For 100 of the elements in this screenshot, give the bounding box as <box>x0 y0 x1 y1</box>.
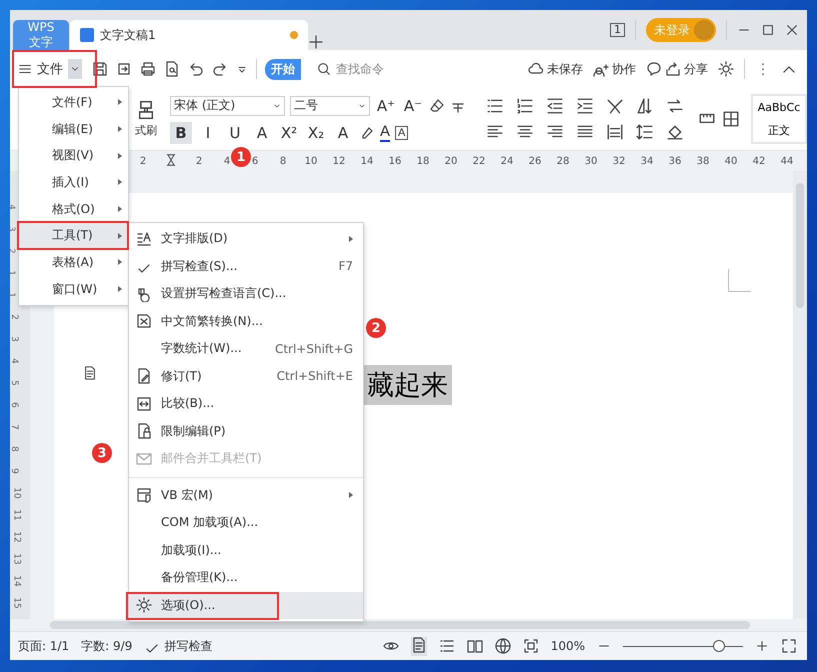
ruler-mark: 2 <box>138 156 148 166</box>
fit-icon[interactable] <box>522 638 539 654</box>
eraser-icon[interactable] <box>429 98 445 114</box>
menu-item[interactable]: 视图(V) <box>19 142 128 170</box>
print-icon[interactable] <box>140 61 156 77</box>
menu-item[interactable]: 修订(T) Ctrl+Shift+E <box>129 362 363 390</box>
chat-icon[interactable] <box>646 61 662 77</box>
page-view-icon[interactable] <box>410 636 427 652</box>
save-icon[interactable] <box>92 61 108 77</box>
menu-item[interactable]: 中文简繁转换(N)... <box>129 308 363 335</box>
menu-item[interactable]: 拼写检查(S)... F7 <box>129 252 363 280</box>
print-preview-icon[interactable] <box>164 61 180 77</box>
format-button[interactable]: B <box>170 122 192 144</box>
format-button[interactable]: I <box>197 122 219 144</box>
bullet-list-icon[interactable] <box>486 97 504 115</box>
menu-item[interactable]: 插入(I) <box>19 169 128 196</box>
text-layout-icon <box>136 230 152 247</box>
undo-icon[interactable] <box>188 61 204 77</box>
sort-icon[interactable] <box>636 97 654 115</box>
file-menu-button[interactable]: 文件 <box>16 59 84 79</box>
menu-item[interactable]: 比较(B)... <box>129 390 363 418</box>
character-border-button[interactable]: A <box>395 126 408 140</box>
format-button[interactable]: A <box>251 122 273 144</box>
line-spacing-icon[interactable] <box>636 123 654 141</box>
ruler-mark: 26 <box>528 156 542 166</box>
export-icon[interactable] <box>116 61 132 77</box>
numbered-list-icon[interactable] <box>516 97 534 115</box>
toolbar-action[interactable]: 未保存 <box>528 60 583 78</box>
document-tab[interactable]: 文字文稿1 <box>70 20 308 50</box>
paragraph-icon[interactable] <box>83 366 97 380</box>
outline-icon[interactable] <box>438 638 455 654</box>
font-select[interactable]: 宋体 (正文) <box>170 96 285 116</box>
menu-item[interactable]: 选项(O)... <box>129 592 363 619</box>
menu-item[interactable]: VB 宏(M) <box>129 482 363 509</box>
book-icon[interactable] <box>466 638 483 654</box>
ruler-mark: 4 <box>8 358 20 364</box>
menu-item[interactable]: 编辑(E) <box>19 116 128 142</box>
scrollbar-thumb[interactable] <box>50 621 750 629</box>
indent-marker-icon[interactable] <box>165 154 177 166</box>
format-button[interactable]: X² <box>278 122 300 144</box>
menu-item[interactable]: 工具(T) <box>19 222 128 250</box>
ruler-mark: 44 <box>780 156 794 166</box>
ruler-mark: 14 <box>10 575 23 587</box>
zoom-select[interactable]: 100% <box>550 639 585 653</box>
ruler-mark: 42 <box>752 156 766 166</box>
ruler-mark: 11 <box>10 509 23 521</box>
ruler-mark: 36 <box>668 156 682 166</box>
maximize-icon[interactable] <box>761 23 775 37</box>
format-button[interactable]: A <box>332 122 354 144</box>
borders-icon[interactable] <box>722 110 740 128</box>
scrollbar-thumb[interactable] <box>796 183 804 308</box>
menu-item[interactable]: 窗口(W) <box>19 276 128 302</box>
word-count[interactable]: 字数: 9/9 <box>81 638 132 654</box>
outdent-icon[interactable] <box>546 97 564 115</box>
spell-check-button[interactable]: 拼写检查 <box>144 638 212 654</box>
menu-item[interactable]: 限制编辑(P) <box>129 418 363 445</box>
indent-icon[interactable] <box>576 97 594 115</box>
menu-item[interactable]: 表格(A) <box>19 249 128 276</box>
zoom-slider-thumb[interactable] <box>713 640 725 652</box>
redo-icon[interactable] <box>212 61 228 77</box>
ruler-mark: 30 <box>584 156 598 166</box>
zoom-in-icon[interactable] <box>755 639 769 653</box>
style-gallery[interactable]: AaBbCc 正文 <box>751 94 807 144</box>
ruler-mark: 20 <box>444 156 458 166</box>
menu-item[interactable]: COM 加载项(A)... <box>129 509 363 536</box>
menu-item[interactable]: 格式(O) <box>19 196 128 222</box>
ruler-mark: 12 <box>10 531 23 543</box>
new-tab-icon[interactable] <box>308 34 324 50</box>
document-cross-icon <box>136 313 152 330</box>
menu-item[interactable]: 文字排版(D) <box>129 225 363 252</box>
ruler-mark: 6 <box>250 156 260 166</box>
grow-font-button[interactable]: A⁺ <box>375 94 397 116</box>
toolbar-action[interactable]: 协作 <box>593 60 636 78</box>
format-painter-button[interactable]: 式刷 <box>128 100 164 138</box>
format-button[interactable]: X₂ <box>305 122 327 144</box>
ruler-mark: 2 <box>8 314 20 320</box>
document-logo-icon <box>80 28 94 42</box>
page-count[interactable]: 1 <box>610 23 625 37</box>
margin-corner-mark <box>728 269 751 292</box>
shading-icon[interactable] <box>666 123 684 141</box>
toolbar-action[interactable]: 分享 <box>646 60 708 78</box>
shrink-font-button[interactable]: A⁻ <box>402 94 424 116</box>
settings-icon[interactable] <box>718 61 734 77</box>
ruler-mark: 4 <box>222 156 232 166</box>
font-size-select[interactable]: 二号 <box>290 96 370 116</box>
tab-title: 文字文稿1 <box>100 26 156 44</box>
search-icon[interactable] <box>317 62 331 76</box>
format-button[interactable]: U <box>224 122 246 144</box>
ruler-mark: 13 <box>10 553 23 565</box>
menu-item[interactable]: 加载项(I)... <box>129 536 363 564</box>
fullscreen-icon[interactable] <box>781 638 797 654</box>
font-color-button[interactable]: A <box>380 124 390 142</box>
menu-item[interactable]: 字数统计(W)... Ctrl+Shift+G <box>129 335 363 362</box>
menu-item[interactable]: 文件(F) <box>19 89 128 116</box>
close-icon[interactable] <box>785 23 799 37</box>
search-field[interactable]: 查找命令 <box>334 61 448 77</box>
distribute-icon[interactable] <box>606 123 624 141</box>
menu-item[interactable]: 设置拼写检查语言(C)... <box>129 280 363 308</box>
menu-item[interactable]: 备份管理(K)... <box>129 564 363 592</box>
line-break-icon[interactable] <box>666 97 684 115</box>
